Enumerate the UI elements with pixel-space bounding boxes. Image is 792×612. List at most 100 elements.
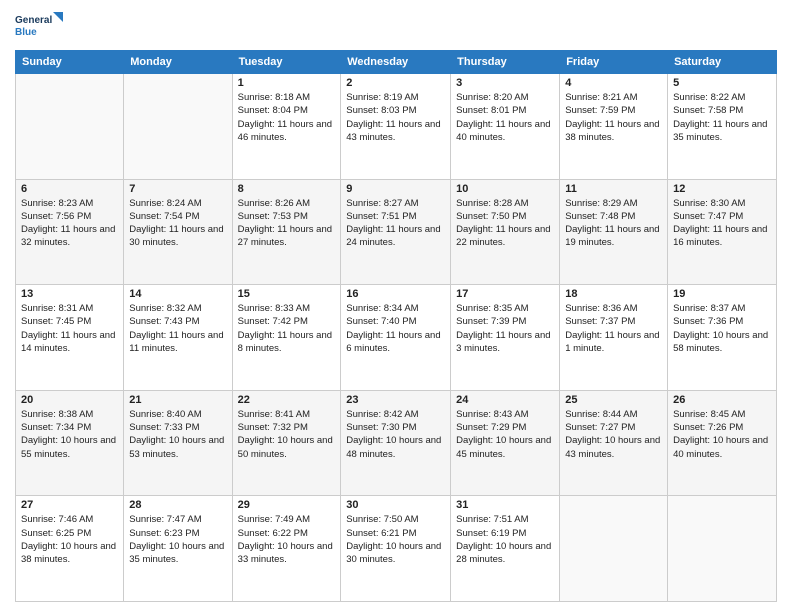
- logo-svg: General Blue: [15, 10, 65, 42]
- day-detail: Sunrise: 8:44 AM Sunset: 7:27 PM Dayligh…: [565, 408, 662, 461]
- day-number: 24: [456, 394, 554, 406]
- weekday-header-sunday: Sunday: [16, 51, 124, 74]
- day-number: 25: [565, 394, 662, 406]
- calendar-cell: 10Sunrise: 8:28 AM Sunset: 7:50 PM Dayli…: [451, 179, 560, 285]
- calendar-cell: 8Sunrise: 8:26 AM Sunset: 7:53 PM Daylig…: [232, 179, 341, 285]
- calendar-cell: 25 Sunrise: 8:44 AM Sunset: 7:27 PM Dayli…: [560, 390, 668, 496]
- day-detail: Sunrise: 8:41 AM Sunset: 7:32 PM Dayligh…: [238, 408, 336, 461]
- day-number: 3: [456, 77, 554, 89]
- calendar-cell: [16, 74, 124, 180]
- day-detail: Sunrise: 8:35 AM Sunset: 7:39 PM Dayligh…: [456, 302, 554, 355]
- calendar-cell: 23 Sunrise: 8:42 AM Sunset: 7:30 PM Dayli…: [341, 390, 451, 496]
- day-detail: Sunrise: 8:23 AM Sunset: 7:56 PM Dayligh…: [21, 197, 118, 250]
- weekday-header-saturday: Saturday: [668, 51, 777, 74]
- calendar-cell: 2 Sunrise: 8:19 AM Sunset: 8:03 PM Daylig…: [341, 74, 451, 180]
- day-number: 8: [238, 183, 336, 195]
- day-detail: Sunrise: 7:46 AM Sunset: 6:25 PM Dayligh…: [21, 513, 118, 566]
- page: General Blue SundayMondayTuesdayWednesda…: [0, 0, 792, 612]
- calendar-cell: 4 Sunrise: 8:21 AM Sunset: 7:59 PM Daylig…: [560, 74, 668, 180]
- calendar-cell: 20Sunrise: 8:38 AM Sunset: 7:34 PM Dayli…: [16, 390, 124, 496]
- week-row-2: 6 Sunrise: 8:23 AM Sunset: 7:56 PM Daylig…: [16, 179, 777, 285]
- day-number: 14: [129, 288, 226, 300]
- day-detail: Sunrise: 8:40 AM Sunset: 7:33 PM Dayligh…: [129, 408, 226, 461]
- day-detail: Sunrise: 8:43 AM Sunset: 7:29 PM Dayligh…: [456, 408, 554, 461]
- calendar-cell: 6 Sunrise: 8:23 AM Sunset: 7:56 PM Daylig…: [16, 179, 124, 285]
- day-detail: Sunrise: 8:21 AM Sunset: 7:59 PM Dayligh…: [565, 91, 662, 144]
- day-detail: Sunrise: 8:34 AM Sunset: 7:40 PM Dayligh…: [346, 302, 445, 355]
- week-row-5: 27 Sunrise: 7:46 AM Sunset: 6:25 PM Dayli…: [16, 496, 777, 602]
- calendar-cell: 1 Sunrise: 8:18 AM Sunset: 8:04 PM Daylig…: [232, 74, 341, 180]
- logo: General Blue: [15, 10, 65, 42]
- day-detail: Sunrise: 8:19 AM Sunset: 8:03 PM Dayligh…: [346, 91, 445, 144]
- calendar-cell: 28Sunrise: 7:47 AM Sunset: 6:23 PM Dayli…: [124, 496, 232, 602]
- calendar-cell: [560, 496, 668, 602]
- calendar-cell: 22 Sunrise: 8:41 AM Sunset: 7:32 PM Dayli…: [232, 390, 341, 496]
- calendar-cell: 13Sunrise: 8:31 AM Sunset: 7:45 PM Dayli…: [16, 285, 124, 391]
- weekday-header-thursday: Thursday: [451, 51, 560, 74]
- day-detail: Sunrise: 7:47 AM Sunset: 6:23 PM Dayligh…: [129, 513, 226, 566]
- weekday-header-wednesday: Wednesday: [341, 51, 451, 74]
- day-number: 17: [456, 288, 554, 300]
- day-number: 31: [456, 499, 554, 511]
- calendar-cell: [668, 496, 777, 602]
- calendar-cell: 21 Sunrise: 8:40 AM Sunset: 7:33 PM Dayli…: [124, 390, 232, 496]
- day-detail: Sunrise: 8:45 AM Sunset: 7:26 PM Dayligh…: [673, 408, 771, 461]
- svg-text:Blue: Blue: [15, 27, 37, 38]
- day-number: 13: [21, 288, 118, 300]
- day-number: 2: [346, 77, 445, 89]
- day-detail: Sunrise: 8:27 AM Sunset: 7:51 PM Dayligh…: [346, 197, 445, 250]
- day-number: 23: [346, 394, 445, 406]
- calendar-cell: 15 Sunrise: 8:33 AM Sunset: 7:42 PM Dayli…: [232, 285, 341, 391]
- day-number: 1: [238, 77, 336, 89]
- day-number: 5: [673, 77, 771, 89]
- day-number: 15: [238, 288, 336, 300]
- calendar-cell: [124, 74, 232, 180]
- day-number: 4: [565, 77, 662, 89]
- weekday-header-friday: Friday: [560, 51, 668, 74]
- day-detail: Sunrise: 8:29 AM Sunset: 7:48 PM Dayligh…: [565, 197, 662, 250]
- day-detail: Sunrise: 8:36 AM Sunset: 7:37 PM Dayligh…: [565, 302, 662, 355]
- day-detail: Sunrise: 7:49 AM Sunset: 6:22 PM Dayligh…: [238, 513, 336, 566]
- header: General Blue: [15, 10, 777, 42]
- day-number: 6: [21, 183, 118, 195]
- day-detail: Sunrise: 8:38 AM Sunset: 7:34 PM Dayligh…: [21, 408, 118, 461]
- weekday-header-row: SundayMondayTuesdayWednesdayThursdayFrid…: [16, 51, 777, 74]
- day-detail: Sunrise: 7:51 AM Sunset: 6:19 PM Dayligh…: [456, 513, 554, 566]
- calendar-cell: 9 Sunrise: 8:27 AM Sunset: 7:51 PM Daylig…: [341, 179, 451, 285]
- day-number: 19: [673, 288, 771, 300]
- day-detail: Sunrise: 8:33 AM Sunset: 7:42 PM Dayligh…: [238, 302, 336, 355]
- day-number: 11: [565, 183, 662, 195]
- week-row-3: 13Sunrise: 8:31 AM Sunset: 7:45 PM Dayli…: [16, 285, 777, 391]
- calendar-cell: 14 Sunrise: 8:32 AM Sunset: 7:43 PM Dayli…: [124, 285, 232, 391]
- day-detail: Sunrise: 8:30 AM Sunset: 7:47 PM Dayligh…: [673, 197, 771, 250]
- day-number: 9: [346, 183, 445, 195]
- day-number: 16: [346, 288, 445, 300]
- calendar-cell: 26Sunrise: 8:45 AM Sunset: 7:26 PM Dayli…: [668, 390, 777, 496]
- weekday-header-monday: Monday: [124, 51, 232, 74]
- day-number: 7: [129, 183, 226, 195]
- calendar-cell: 16 Sunrise: 8:34 AM Sunset: 7:40 PM Dayli…: [341, 285, 451, 391]
- day-detail: Sunrise: 8:32 AM Sunset: 7:43 PM Dayligh…: [129, 302, 226, 355]
- day-number: 12: [673, 183, 771, 195]
- day-number: 29: [238, 499, 336, 511]
- calendar-cell: 18 Sunrise: 8:36 AM Sunset: 7:37 PM Dayli…: [560, 285, 668, 391]
- day-number: 18: [565, 288, 662, 300]
- week-row-4: 20Sunrise: 8:38 AM Sunset: 7:34 PM Dayli…: [16, 390, 777, 496]
- day-number: 27: [21, 499, 118, 511]
- calendar-cell: 7Sunrise: 8:24 AM Sunset: 7:54 PM Daylig…: [124, 179, 232, 285]
- day-number: 22: [238, 394, 336, 406]
- day-number: 10: [456, 183, 554, 195]
- calendar-cell: 12 Sunrise: 8:30 AM Sunset: 7:47 PM Dayli…: [668, 179, 777, 285]
- day-detail: Sunrise: 8:42 AM Sunset: 7:30 PM Dayligh…: [346, 408, 445, 461]
- calendar-cell: 29 Sunrise: 7:49 AM Sunset: 6:22 PM Dayli…: [232, 496, 341, 602]
- svg-text:General: General: [15, 15, 52, 26]
- calendar-cell: 24 Sunrise: 8:43 AM Sunset: 7:29 PM Dayli…: [451, 390, 560, 496]
- calendar-cell: 31 Sunrise: 7:51 AM Sunset: 6:19 PM Dayli…: [451, 496, 560, 602]
- calendar-cell: 30 Sunrise: 7:50 AM Sunset: 6:21 PM Dayli…: [341, 496, 451, 602]
- day-detail: Sunrise: 8:18 AM Sunset: 8:04 PM Dayligh…: [238, 91, 336, 144]
- day-detail: Sunrise: 7:50 AM Sunset: 6:21 PM Dayligh…: [346, 513, 445, 566]
- calendar-cell: 3Sunrise: 8:20 AM Sunset: 8:01 PM Daylig…: [451, 74, 560, 180]
- day-number: 30: [346, 499, 445, 511]
- day-detail: Sunrise: 8:37 AM Sunset: 7:36 PM Dayligh…: [673, 302, 771, 355]
- day-number: 21: [129, 394, 226, 406]
